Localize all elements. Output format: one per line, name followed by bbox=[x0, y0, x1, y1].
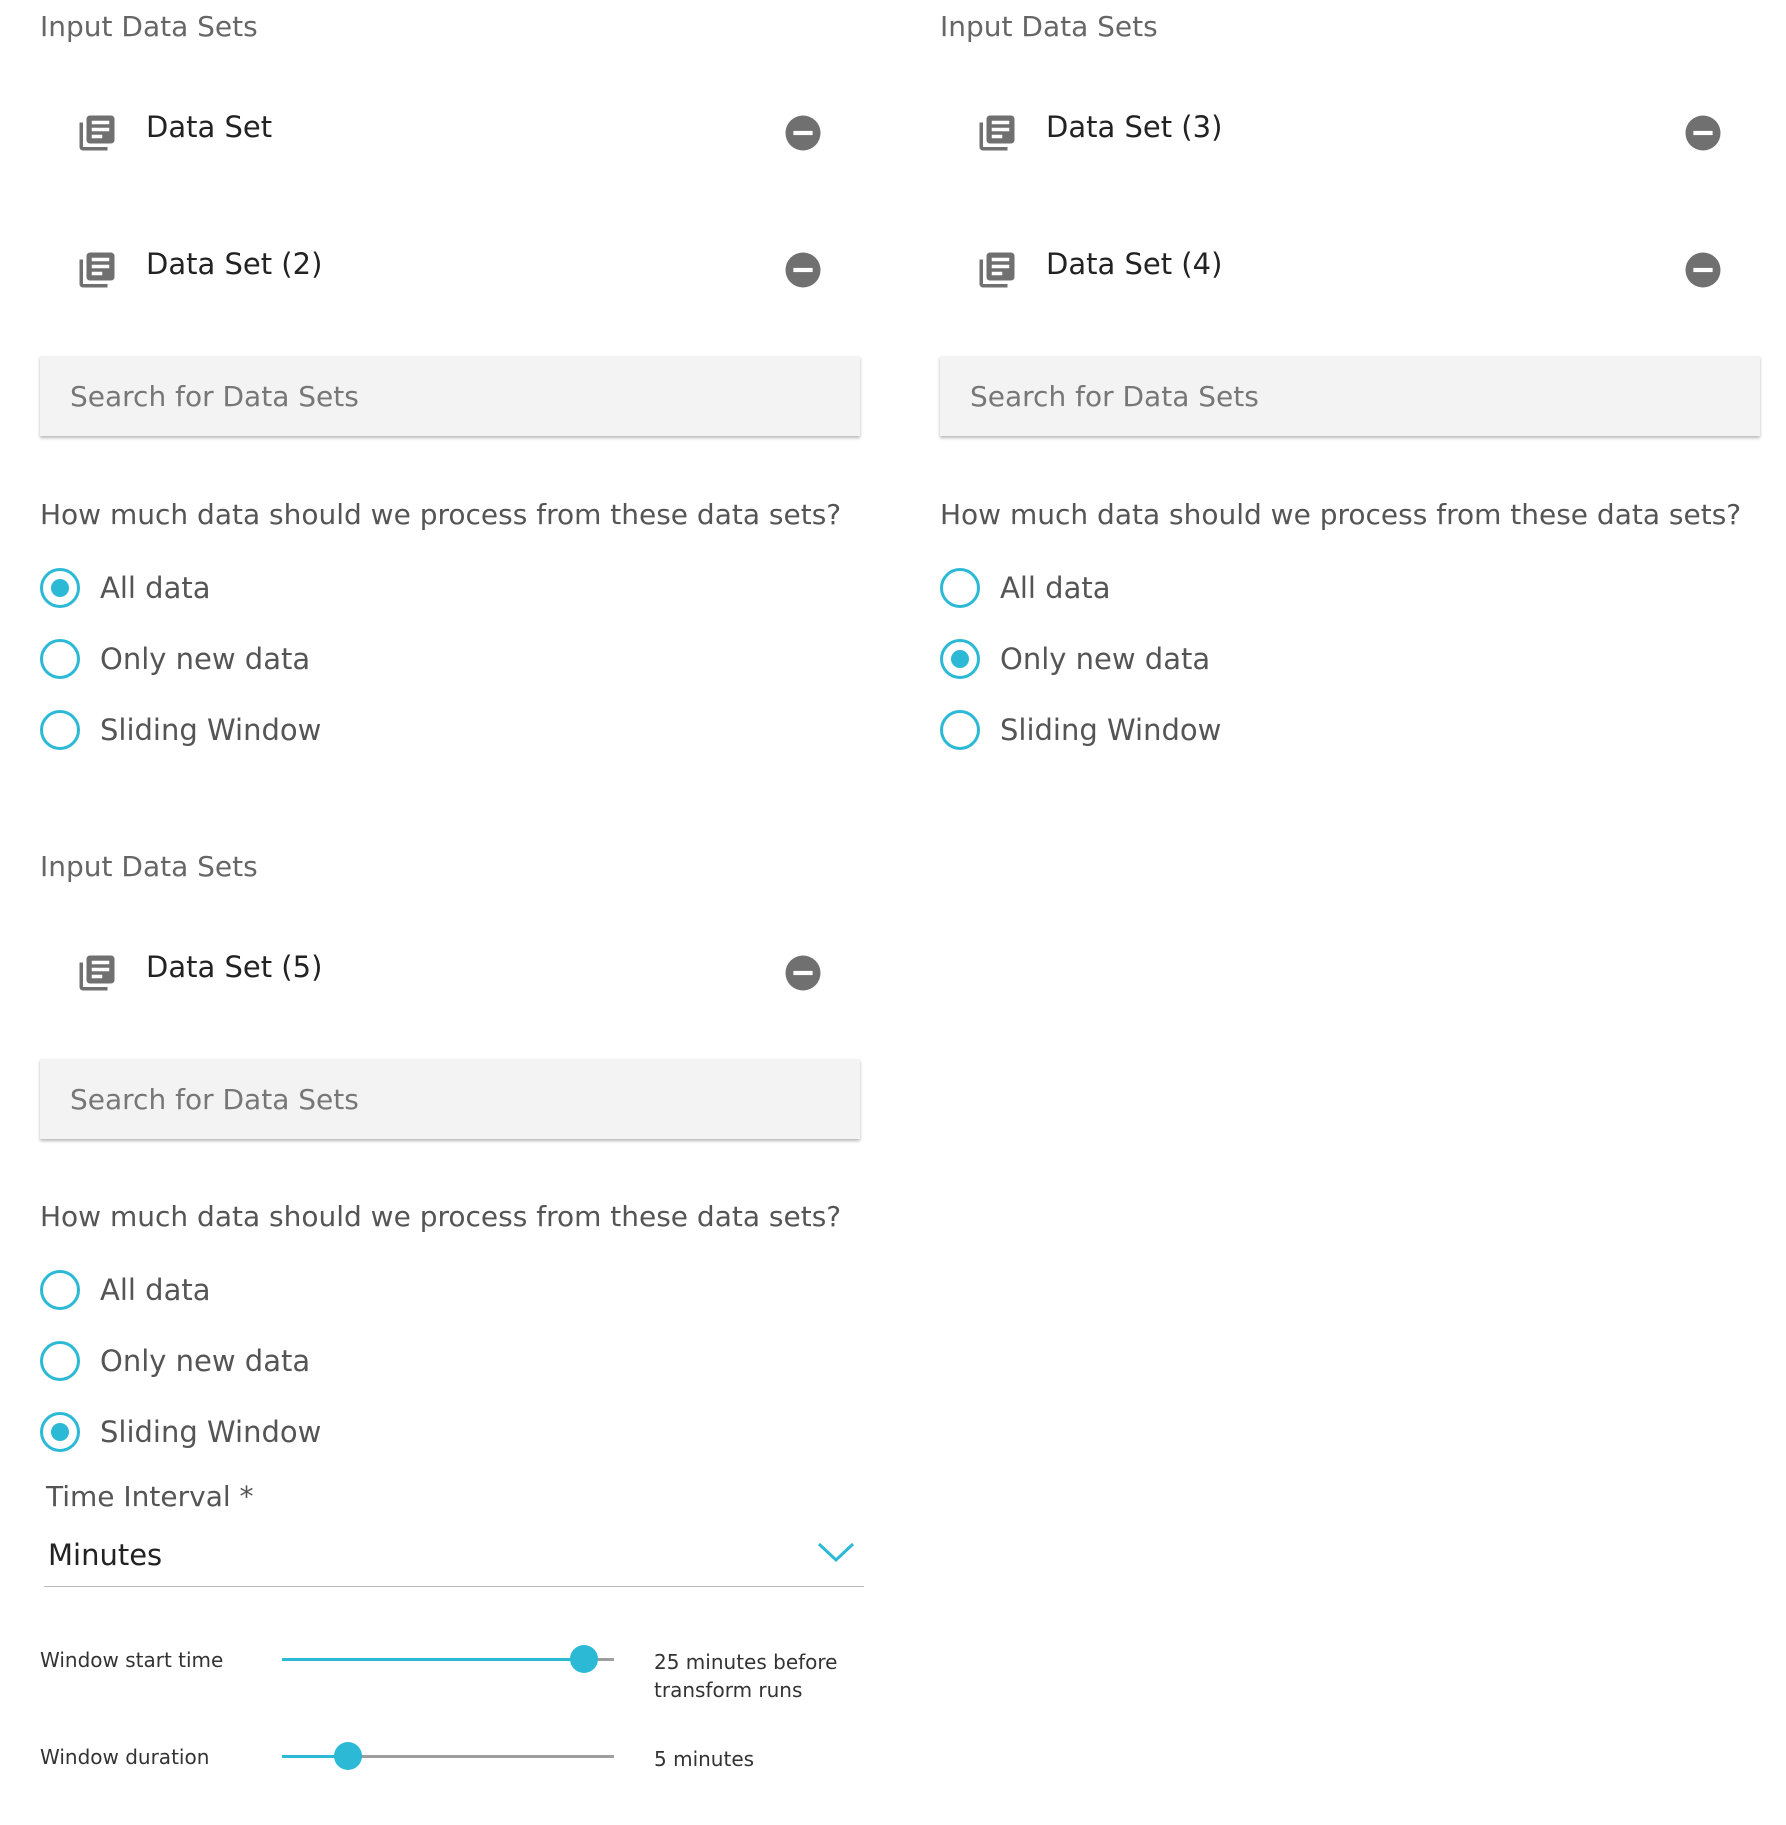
radio-label: All data bbox=[1000, 571, 1111, 605]
dataset-list: Data Set (5) bbox=[40, 912, 860, 1049]
radio-label: Sliding Window bbox=[100, 1415, 322, 1449]
radio-button[interactable] bbox=[40, 1270, 80, 1310]
radio-label: Only new data bbox=[100, 642, 311, 676]
slider-thumb[interactable] bbox=[334, 1742, 363, 1770]
radio-button[interactable] bbox=[940, 568, 980, 608]
search-box bbox=[40, 356, 860, 436]
radio-only-new-data[interactable]: Only new data bbox=[940, 639, 1760, 710]
radio-label: Sliding Window bbox=[1000, 713, 1222, 747]
radio-all-data[interactable]: All data bbox=[940, 568, 1760, 639]
process-question: How much data should we process from the… bbox=[940, 498, 1742, 531]
radio-label: Only new data bbox=[1000, 642, 1211, 676]
library-books-icon bbox=[979, 252, 1015, 288]
window-duration-slider[interactable] bbox=[282, 1742, 614, 1770]
dataset-item: Data Set (5) bbox=[40, 912, 860, 1049]
radio-label: Only new data bbox=[100, 1344, 311, 1378]
radio-button[interactable] bbox=[40, 1412, 80, 1452]
radio-button[interactable] bbox=[940, 710, 980, 750]
remove-circle-icon[interactable] bbox=[782, 249, 824, 291]
section-title: Input Data Sets bbox=[40, 850, 258, 883]
process-question: How much data should we process from the… bbox=[40, 498, 842, 531]
library-books-icon bbox=[79, 115, 115, 151]
radio-button[interactable] bbox=[40, 1341, 80, 1381]
process-options: All data Only new data Sliding Window bbox=[40, 568, 860, 781]
library-books-icon bbox=[79, 252, 115, 288]
radio-label: Sliding Window bbox=[100, 713, 322, 747]
slider-label: Window duration bbox=[40, 1745, 210, 1769]
remove-circle-icon[interactable] bbox=[782, 952, 824, 994]
window-duration-slider-row: Window duration 5 minutes bbox=[40, 1742, 860, 1825]
radio-all-data[interactable]: All data bbox=[40, 568, 860, 639]
time-interval-label: Time Interval * bbox=[46, 1480, 254, 1513]
search-box bbox=[940, 356, 1760, 436]
radio-only-new-data[interactable]: Only new data bbox=[40, 639, 860, 710]
radio-only-new-data[interactable]: Only new data bbox=[40, 1341, 860, 1412]
dataset-name: Data Set bbox=[146, 110, 273, 144]
radio-button[interactable] bbox=[40, 639, 80, 679]
slider-thumb[interactable] bbox=[570, 1645, 599, 1673]
time-interval-value: Minutes bbox=[48, 1538, 163, 1572]
window-start-slider[interactable] bbox=[282, 1645, 614, 1673]
radio-button[interactable] bbox=[940, 639, 980, 679]
dataset-name: Data Set (4) bbox=[1046, 247, 1223, 281]
radio-button[interactable] bbox=[40, 710, 80, 750]
dataset-name: Data Set (3) bbox=[1046, 110, 1223, 144]
radio-sliding-window[interactable]: Sliding Window bbox=[40, 710, 860, 781]
radio-button[interactable] bbox=[40, 568, 80, 608]
library-books-icon bbox=[979, 115, 1015, 151]
dataset-list: Data Set (3) Data Set (4) bbox=[940, 72, 1760, 346]
radio-label: All data bbox=[100, 1273, 211, 1307]
slider-fill bbox=[282, 1658, 585, 1661]
search-box bbox=[40, 1059, 860, 1139]
dataset-list: Data Set Data Set (2) bbox=[40, 72, 860, 346]
window-start-slider-row: Window start time 25 minutes before tran… bbox=[40, 1645, 860, 1728]
time-interval-select[interactable]: Minutes bbox=[44, 1530, 864, 1587]
process-options: All data Only new data Sliding Window bbox=[940, 568, 1760, 781]
section-title: Input Data Sets bbox=[940, 10, 1158, 43]
search-input[interactable] bbox=[940, 356, 1760, 436]
search-input[interactable] bbox=[40, 356, 860, 436]
remove-circle-icon[interactable] bbox=[1682, 112, 1724, 154]
radio-sliding-window[interactable]: Sliding Window bbox=[940, 710, 1760, 781]
remove-circle-icon[interactable] bbox=[1682, 249, 1724, 291]
chevron-down-icon[interactable] bbox=[816, 1540, 856, 1564]
slider-label: Window start time bbox=[40, 1648, 224, 1672]
search-input[interactable] bbox=[40, 1059, 860, 1139]
section-title: Input Data Sets bbox=[40, 10, 258, 43]
radio-all-data[interactable]: All data bbox=[40, 1270, 860, 1341]
radio-label: All data bbox=[100, 571, 211, 605]
slider-value: 25 minutes before transform runs bbox=[654, 1650, 838, 1702]
dataset-name: Data Set (2) bbox=[146, 247, 323, 281]
slider-value: 5 minutes bbox=[654, 1747, 755, 1771]
remove-circle-icon[interactable] bbox=[782, 112, 824, 154]
library-books-icon bbox=[79, 955, 115, 991]
dataset-item: Data Set (4) bbox=[940, 209, 1760, 346]
dataset-item: Data Set bbox=[40, 72, 860, 209]
process-options: All data Only new data Sliding Window bbox=[40, 1270, 860, 1483]
radio-sliding-window[interactable]: Sliding Window bbox=[40, 1412, 860, 1483]
process-question: How much data should we process from the… bbox=[40, 1200, 842, 1233]
dataset-name: Data Set (5) bbox=[146, 950, 323, 984]
dataset-item: Data Set (2) bbox=[40, 209, 860, 346]
dataset-item: Data Set (3) bbox=[940, 72, 1760, 209]
